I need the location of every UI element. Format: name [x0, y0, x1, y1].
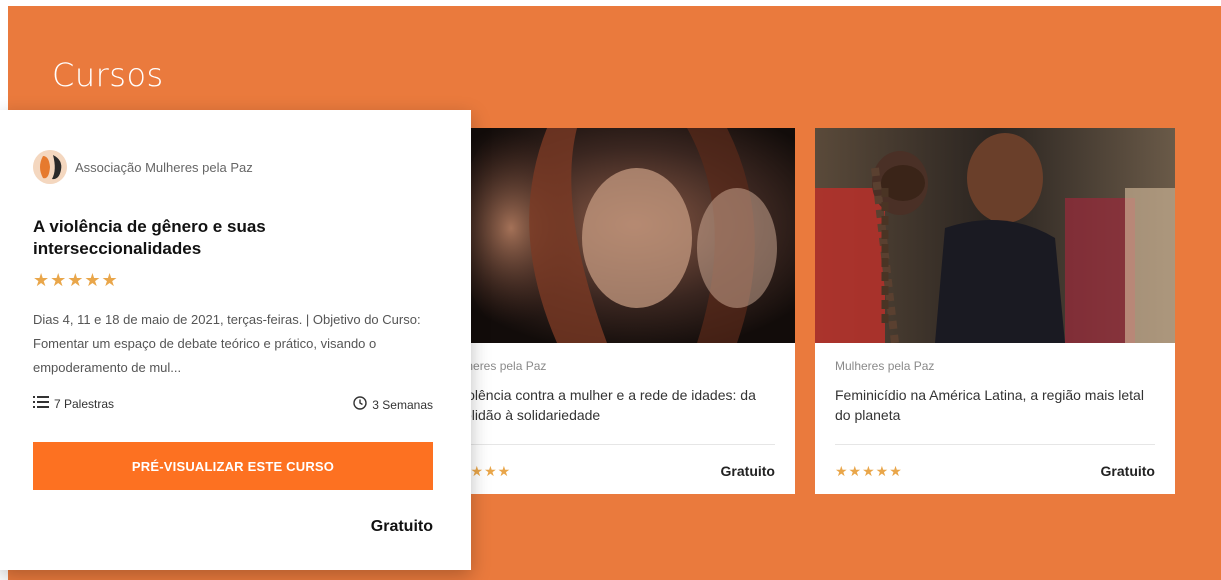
- course-price: Gratuito: [720, 463, 775, 479]
- course-author[interactable]: Associação Mulheres pela Paz: [75, 160, 253, 175]
- course-title[interactable]: Feminicídio na América Latina, a região …: [835, 385, 1155, 425]
- course-title[interactable]: violência contra a mulher e a rede de id…: [457, 385, 775, 425]
- course-image: [437, 128, 795, 343]
- lectures-label: 7 Palestras: [54, 396, 115, 411]
- course-description: Dias 4, 11 e 18 de maio de 2021, terças-…: [33, 312, 421, 375]
- lectures-count: 7 Palestras: [33, 396, 114, 411]
- divider: [457, 444, 775, 445]
- course-preview-popup[interactable]: Associação Mulheres pela Paz A violência…: [0, 110, 471, 570]
- divider: [835, 444, 1155, 445]
- duration-label: 3 Semanas: [372, 397, 433, 412]
- course-card[interactable]: Mulheres pela Paz Feminicídio na América…: [815, 128, 1175, 494]
- rating-stars: ★★★★★: [33, 270, 119, 290]
- course-author-row: Associação Mulheres pela Paz: [33, 150, 253, 184]
- course-duration: 3 Semanas: [353, 396, 433, 413]
- course-card-body: Mulheres pela Paz Feminicídio na América…: [835, 343, 1155, 494]
- section-title: Cursos: [52, 56, 164, 94]
- course-card-body: ulheres pela Paz violência contra a mulh…: [457, 343, 775, 494]
- course-price: Gratuito: [1100, 463, 1155, 479]
- course-image: [815, 128, 1175, 343]
- course-author: Mulheres pela Paz: [835, 359, 935, 373]
- course-title[interactable]: A violência de gênero e suas interseccio…: [33, 216, 363, 260]
- rating-stars: ★★★★★: [835, 463, 903, 479]
- course-price: Gratuito: [370, 518, 433, 535]
- course-card[interactable]: ulheres pela Paz violência contra a mulh…: [437, 128, 795, 494]
- list-icon: [33, 396, 49, 411]
- preview-course-button[interactable]: PRÉ-VISUALIZAR ESTE CURSO: [33, 442, 433, 490]
- clock-icon: [353, 396, 367, 413]
- organization-logo: [33, 150, 67, 184]
